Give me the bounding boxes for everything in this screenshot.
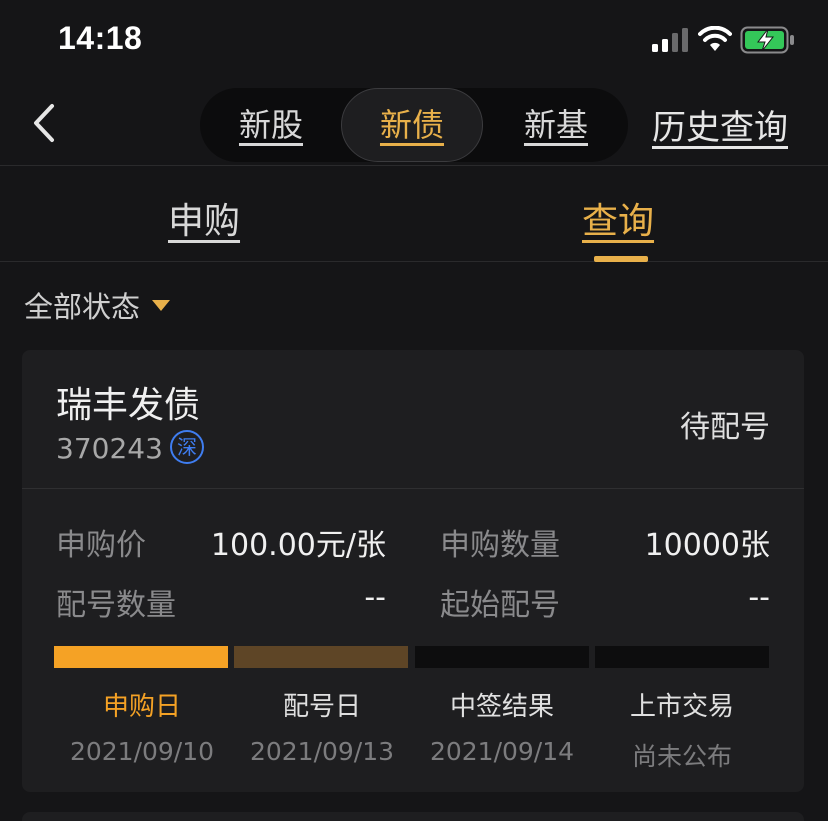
nav-bar: 新股 新债 新基 历史查询	[0, 80, 828, 166]
history-query-link[interactable]: 历史查询	[652, 100, 788, 149]
timeline-step-allocation: 配号日 2021/09/13	[232, 686, 412, 766]
battery-charging-icon	[740, 26, 794, 54]
segment-new-stocks[interactable]: 新股	[200, 88, 342, 162]
quantity-label: 申购数量	[440, 528, 560, 563]
step-label: 上市交易	[629, 692, 734, 722]
timeline-step-result: 中签结果 2021/09/14	[412, 686, 592, 766]
segment-new-bonds[interactable]: 新债	[341, 88, 483, 162]
allocation-count-label: 配号数量	[56, 588, 176, 623]
progress-segment-result	[415, 646, 589, 668]
step-date: 尚未公布	[631, 742, 732, 771]
step-label: 配号日	[282, 692, 361, 722]
progress-segment-allocation	[234, 646, 408, 668]
status-time: 14:18	[58, 20, 143, 56]
step-date: 2021/09/14	[429, 737, 575, 766]
wifi-icon	[698, 26, 732, 51]
product-type-segmented-control: 新股 新债 新基	[200, 88, 628, 162]
exchange-badge: 深	[170, 430, 204, 464]
bond-status: 待配号	[680, 410, 770, 445]
card-divider	[22, 488, 804, 489]
price-value: 100.00元/张	[210, 528, 386, 563]
timeline-step-listing: 上市交易 尚未公布	[592, 686, 772, 773]
price-label: 申购价	[56, 528, 146, 563]
step-date: 2021/09/10	[69, 737, 215, 766]
timeline-progress-bar	[54, 646, 770, 668]
status-filter-dropdown[interactable]: 全部状态	[24, 284, 171, 328]
start-number-label: 起始配号	[440, 588, 560, 623]
caret-down-icon	[152, 299, 171, 311]
tab-query[interactable]: 查询	[582, 192, 654, 244]
cellular-signal-icon	[652, 28, 688, 52]
segment-new-funds[interactable]: 新基	[485, 88, 627, 162]
step-date: 2021/09/13	[249, 737, 395, 766]
bond-name: 瑞丰发债	[56, 385, 201, 426]
back-chevron-icon[interactable]	[26, 98, 66, 148]
start-number-value: --	[748, 580, 770, 615]
bond-card[interactable]: 瑞丰发债 370243 深 待配号 申购价 100.00元/张 申购数量 100…	[22, 350, 804, 792]
progress-segment-listing	[595, 646, 769, 668]
screen: 14:18 新股 新债 新基 历史查询 申购 查询 全部状态 瑞丰发债 3702…	[0, 0, 828, 821]
active-tab-indicator	[594, 256, 648, 262]
step-label: 申购日	[102, 692, 181, 722]
allocation-count-value: --	[364, 580, 386, 615]
status-filter-label: 全部状态	[24, 290, 141, 324]
next-bond-card-edge	[22, 812, 804, 821]
step-label: 中签结果	[449, 692, 554, 722]
timeline-step-subscribe: 申购日 2021/09/10	[52, 686, 232, 766]
quantity-value: 10000张	[644, 528, 770, 563]
tab-subscribe[interactable]: 申购	[168, 192, 240, 244]
bond-code: 370243	[56, 432, 163, 465]
tab-bar: 申购 查询	[0, 166, 828, 262]
status-bar: 14:18	[0, 0, 828, 80]
progress-segment-subscribe	[54, 646, 228, 668]
